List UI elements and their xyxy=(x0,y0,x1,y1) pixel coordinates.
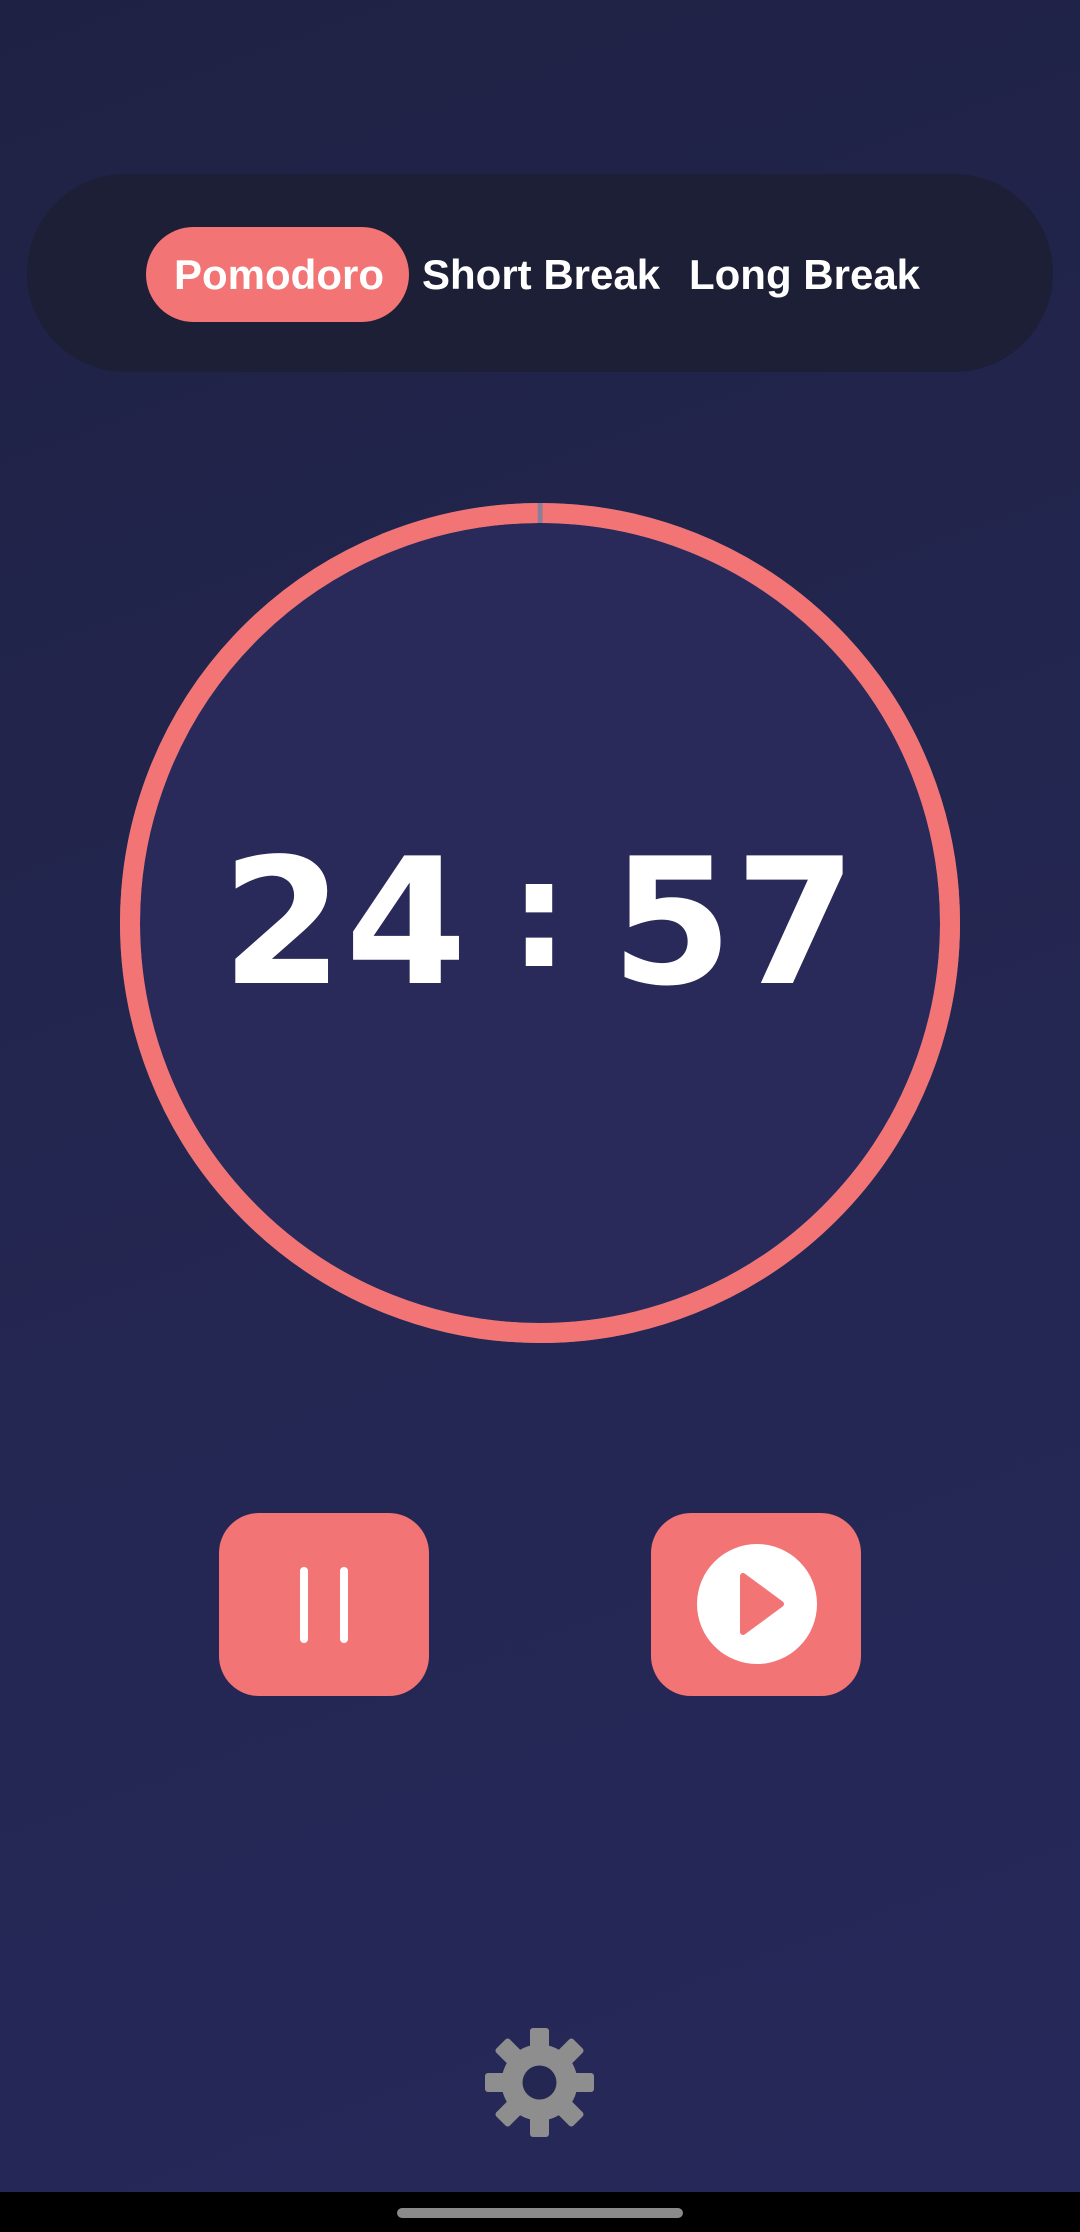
system-nav-bar xyxy=(0,2192,1080,2232)
tab-pomodoro[interactable]: Pomodoro xyxy=(146,227,409,322)
tab-long-break[interactable]: Long Break xyxy=(689,227,920,322)
minutes-value: 24 xyxy=(221,821,469,1025)
pause-bar-right xyxy=(340,1567,348,1643)
seconds-value: 57 xyxy=(611,821,859,1025)
timer-dial: 24 : 57 xyxy=(119,502,961,1344)
play-icon xyxy=(697,1544,817,1664)
pause-button[interactable] xyxy=(219,1513,429,1696)
settings-button[interactable] xyxy=(483,2026,596,2139)
play-button[interactable] xyxy=(651,1513,861,1696)
pause-bar-left xyxy=(300,1567,308,1643)
home-indicator[interactable] xyxy=(397,2208,683,2218)
gear-icon xyxy=(485,2028,594,2137)
play-triangle xyxy=(740,1573,784,1635)
time-separator: : xyxy=(509,828,571,1002)
tab-short-break[interactable]: Short Break xyxy=(422,227,660,322)
pomodoro-app: Pomodoro Short Break Long Break 24 : 57 xyxy=(0,0,1080,2192)
time-display: 24 : 57 xyxy=(119,502,961,1344)
